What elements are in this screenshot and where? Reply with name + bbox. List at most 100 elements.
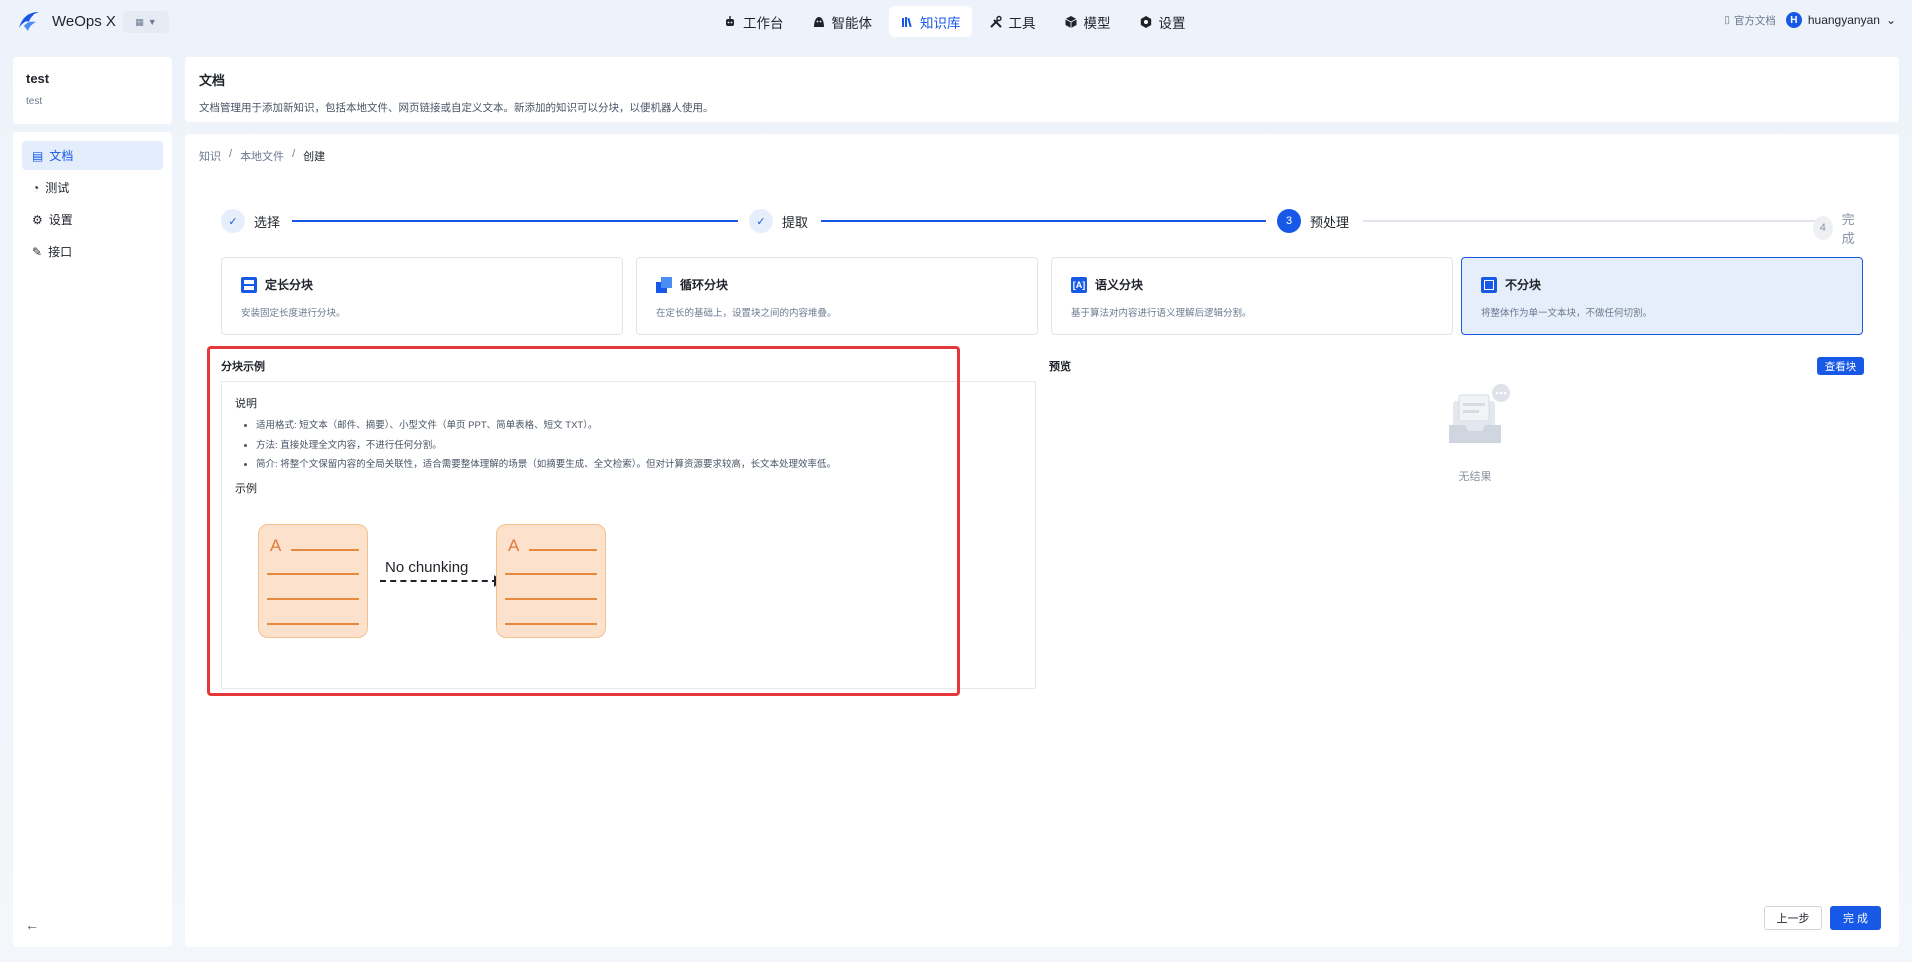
breadcrumb-item[interactable]: 知识 (199, 148, 221, 164)
official-docs-link[interactable]: ▯ 官方文档 (1724, 13, 1776, 28)
step-label: 预处理 (1310, 214, 1350, 230)
text-line (529, 549, 597, 551)
text-line (505, 623, 597, 625)
step-complete: 4 完成 (1813, 209, 1863, 247)
knowledge-base-title: test (26, 71, 50, 86)
method-description: 基于算法对内容进行语义理解后逻辑分割。 (1071, 308, 1252, 319)
step-number: 4 (1813, 216, 1833, 240)
grid-icon: ▦ (135, 16, 144, 27)
nav-settings[interactable]: 设置 (1128, 6, 1197, 37)
main-nav: 工作台 智能体 知识库 工具 模型 设置 (712, 6, 1197, 37)
app-name: WeOps X (52, 12, 116, 30)
text-line (267, 598, 359, 600)
example-panel: 说明 适用格式: 短文本（邮件、摘要）、小型文件（单页 PPT、简单表格、短文 … (221, 381, 1036, 689)
view-chunks-button[interactable]: 查看块 (1817, 357, 1864, 375)
list-item: 简介: 将整个文保留内容的全局关联性，适合需要整体理解的场景（如摘要生成、全文检… (256, 455, 1022, 475)
step-label: 完成 (1841, 212, 1855, 246)
previous-step-button[interactable]: 上一步 (1764, 906, 1822, 930)
page-description: 文档管理用于添加新知识，包括本地文件、网页链接或自定义文本。新添加的知识可以分块… (199, 102, 714, 114)
explain-list: 适用格式: 短文本（邮件、摘要）、小型文件（单页 PPT、简单表格、短文 TXT… (235, 416, 1022, 475)
method-semantic[interactable]: [A] 语义分块 基于算法对内容进行语义理解后逻辑分割。 (1051, 257, 1453, 335)
nav-label: 知识库 (920, 15, 961, 31)
step-label: 提取 (782, 214, 809, 230)
fixed-chunk-icon (241, 276, 257, 293)
step-label: 选择 (254, 214, 281, 230)
step-select: ✓ 选择 (221, 209, 280, 233)
top-right-area: ▯ 官方文档 H huangyanyan ⌄ (1724, 12, 1896, 28)
chevron-down-icon: ⌄ (1885, 13, 1896, 27)
method-no-chunk[interactable]: 不分块 将整体作为单一文本块，不做任何切割。 (1461, 257, 1863, 335)
dashed-arrow-line (380, 580, 498, 582)
chevron-down-icon: ▼ (147, 17, 157, 27)
example-heading: 示例 (235, 482, 257, 495)
sidebar-item-label: 接口 (48, 245, 73, 259)
robot-icon (726, 15, 734, 26)
app-switcher[interactable]: ▦ ▼ (123, 11, 169, 33)
method-description: 安装固定长度进行分块。 (241, 308, 346, 319)
main-content: 知识 / 本地文件 / 创建 ✓ 选择 ✓ 提取 3 预处理 4 完成 定长分块… (185, 134, 1899, 947)
collapse-back-icon[interactable]: ← (25, 917, 39, 933)
explain-heading: 说明 (235, 398, 257, 410)
document-letter: A (270, 536, 282, 555)
text-line (505, 598, 597, 600)
knowledge-base-subtitle: test (26, 96, 43, 107)
model-icon (1064, 15, 1077, 28)
nav-label: 工具 (1008, 15, 1036, 31)
method-title: 循环分块 (680, 278, 729, 292)
nav-workbench[interactable]: 工作台 (712, 6, 795, 37)
text-line (505, 573, 597, 575)
nav-agent[interactable]: 智能体 (801, 6, 884, 37)
method-title: 语义分块 (1095, 278, 1144, 292)
method-title: 不分块 (1505, 278, 1542, 292)
list-item: 方法: 直接处理全文内容，不进行任何分割。 (256, 436, 1022, 456)
sidebar: ▤ 文档 ◔ 测试 ⚙ 设置 ✎ 接口 ← (13, 132, 172, 947)
user-menu[interactable]: H huangyanyan ⌄ (1785, 12, 1896, 28)
bird-logo-icon (19, 12, 39, 31)
sidebar-item-label: 文档 (49, 149, 74, 163)
check-icon: ✓ (221, 209, 245, 233)
list-item: 适用格式: 短文本（邮件、摘要）、小型文件（单页 PPT、简单表格、短文 TXT… (256, 416, 1022, 436)
page-header: 文档 文档管理用于添加新知识，包括本地文件、网页链接或自定义文本。新添加的知识可… (185, 57, 1899, 122)
empty-inbox-icon (1449, 384, 1510, 443)
text-line (267, 623, 359, 625)
no-chunking-diagram: A No chunking A (258, 524, 618, 644)
step-connector (292, 220, 738, 222)
nav-model[interactable]: 模型 (1053, 6, 1122, 37)
sidebar-item-label: 设置 (48, 213, 73, 227)
step-number: 3 (1277, 209, 1301, 233)
method-fixed-length[interactable]: 定长分块 安装固定长度进行分块。 (221, 257, 623, 335)
step-progress: ✓ 选择 ✓ 提取 3 预处理 4 完成 (221, 209, 1863, 246)
library-icon (902, 16, 912, 27)
api-icon: ✎ (32, 244, 43, 259)
text-line (291, 549, 359, 551)
app-logo[interactable]: WeOps X (16, 8, 116, 34)
agent-icon (813, 16, 824, 27)
sidebar-item-test[interactable]: ◔ 测试 (22, 173, 163, 202)
breadcrumb-item[interactable]: 本地文件 (240, 148, 284, 164)
method-title: 定长分块 (265, 278, 314, 292)
example-title: 分块示例 (221, 361, 265, 373)
overlap-chunk-icon (656, 276, 672, 293)
semantic-chunk-icon: [A] (1071, 276, 1087, 293)
step-connector (1363, 220, 1826, 222)
top-bar: WeOps X ▦ ▼ 工作台 智能体 知识库 工具 模型 设置 ▯ 官方文档 … (0, 0, 1912, 44)
nav-tools[interactable]: 工具 (978, 6, 1047, 37)
step-extract: ✓ 提取 (749, 209, 808, 233)
sidebar-item-documents[interactable]: ▤ 文档 (22, 141, 163, 170)
sidebar-item-api[interactable]: ✎ 接口 (22, 237, 163, 266)
method-overlap[interactable]: 循环分块 在定长的基础上，设置块之间的内容堆叠。 (636, 257, 1038, 335)
nav-knowledge[interactable]: 知识库 (889, 6, 972, 37)
empty-label: 无结果 (1458, 471, 1492, 483)
test-icon: ◔ (32, 180, 40, 195)
sidebar-item-label: 测试 (45, 181, 70, 195)
no-chunk-icon (1481, 276, 1497, 293)
empty-state: 无结果 (1425, 381, 1525, 484)
nav-label: 设置 (1158, 15, 1186, 31)
result-document-block: A (496, 524, 606, 638)
breadcrumb-separator: / (292, 148, 296, 160)
finish-button[interactable]: 完 成 (1830, 906, 1881, 930)
gear-icon (1140, 15, 1151, 28)
page-title: 文档 (199, 73, 226, 88)
document-icon: ▤ (32, 148, 44, 163)
sidebar-item-settings[interactable]: ⚙ 设置 (22, 205, 163, 234)
